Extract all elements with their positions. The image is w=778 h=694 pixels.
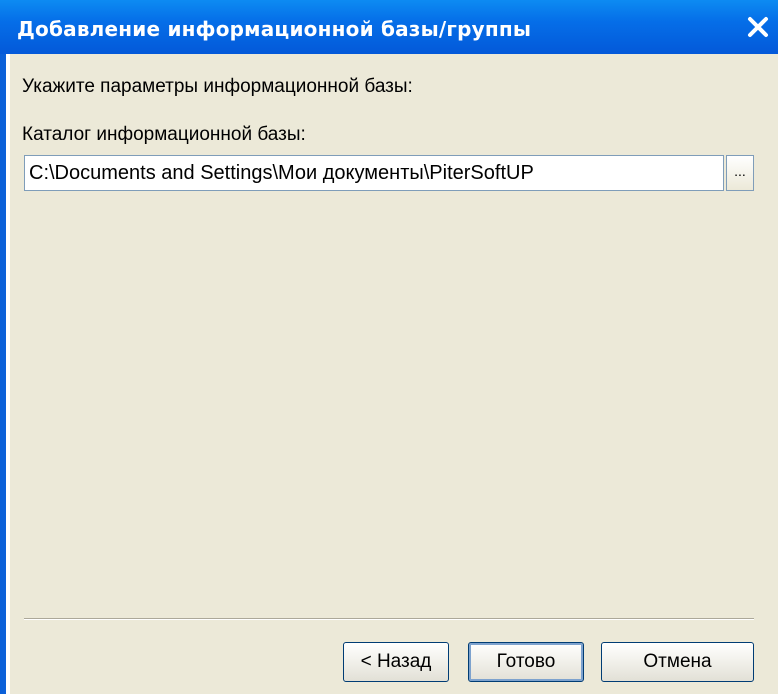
browse-button[interactable]: ... — [726, 155, 754, 191]
close-icon — [748, 17, 768, 37]
add-infobase-dialog: Добавление информационной базы/группы Ук… — [0, 0, 778, 694]
footer-divider — [24, 618, 754, 620]
done-button[interactable]: Готово — [468, 642, 584, 682]
catalog-label: Каталог информационной базы: — [22, 124, 306, 145]
close-button[interactable] — [744, 13, 772, 41]
parameters-prompt: Укажите параметры информационной базы: — [22, 76, 413, 97]
cancel-button[interactable]: Отмена — [601, 642, 754, 682]
window-frame-left — [0, 54, 10, 694]
back-button[interactable]: < Назад — [343, 642, 449, 682]
dialog-body — [10, 54, 778, 694]
title-bar[interactable]: Добавление информационной базы/группы — [0, 0, 778, 54]
catalog-path-input[interactable] — [24, 155, 724, 191]
window-title: Добавление информационной базы/группы — [17, 17, 532, 41]
